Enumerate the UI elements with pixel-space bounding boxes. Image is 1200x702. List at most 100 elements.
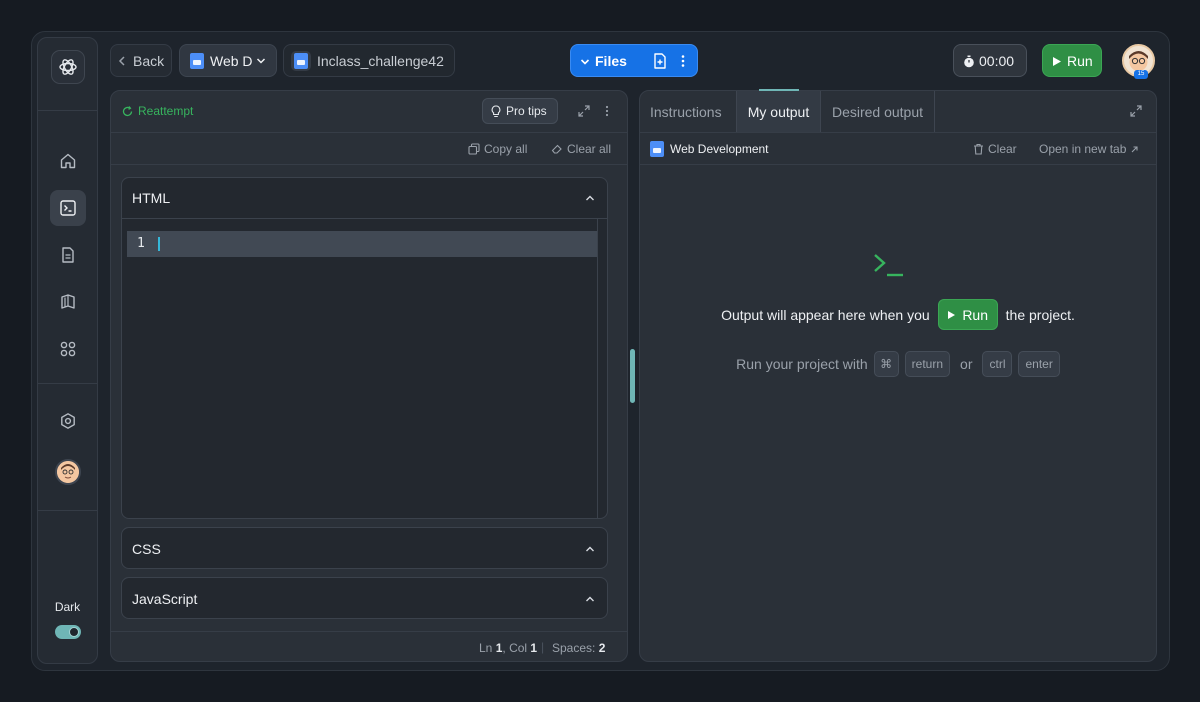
editor-panel: Reattempt Pro tips Copy all Clear all HT… [110, 90, 628, 662]
editor-header: Reattempt Pro tips [111, 91, 627, 133]
cursor-position: Ln 1, Col 1 [479, 641, 538, 655]
clear-output-button[interactable]: Clear [973, 142, 1017, 156]
more-vertical-icon[interactable] [605, 105, 609, 117]
settings-icon [61, 413, 75, 429]
timer[interactable]: 00:00 [953, 44, 1027, 77]
active-code-line: 1 [127, 231, 597, 257]
col-label: Col [509, 641, 528, 655]
run-button[interactable]: Run [1042, 44, 1102, 77]
apps-icon [60, 341, 76, 357]
back-button[interactable]: Back [110, 44, 172, 77]
dark-mode-toggle[interactable] [55, 625, 81, 639]
more-vertical-icon[interactable] [681, 54, 685, 68]
eraser-icon [551, 144, 562, 154]
logo-icon [59, 59, 77, 75]
chevron-up-icon[interactable] [585, 595, 595, 603]
tab-desired-output[interactable]: Desired output [821, 91, 935, 132]
chevron-left-icon [118, 56, 125, 66]
indentation-setting[interactable]: Spaces: 2 [552, 641, 605, 655]
expand-icon[interactable] [578, 105, 590, 117]
editor-toolbar: Copy all Clear all [111, 133, 627, 165]
open-new-tab-link[interactable]: Open in new tab [1039, 142, 1139, 156]
return-key: return [904, 351, 951, 377]
clear-label: Clear [988, 142, 1017, 156]
sidebar-item-settings[interactable] [50, 403, 86, 439]
back-label: Back [133, 52, 165, 69]
reattempt-label: Reattempt [138, 104, 194, 118]
chevron-up-icon[interactable] [585, 545, 595, 553]
output-toolbar: Web Development Clear Open in new tab [640, 133, 1156, 165]
empty-output-message: Output will appear here when you Run the… [640, 299, 1156, 330]
enter-key: enter [1018, 351, 1060, 377]
status-divider: | [541, 640, 545, 654]
spaces-label: Spaces: [552, 641, 596, 655]
spaces-value: 2 [598, 641, 606, 655]
reattempt-button[interactable]: Reattempt [122, 104, 193, 118]
web-file-icon [294, 53, 308, 69]
editor-status-bar: Ln 1, Col 1 | Spaces: 2 [111, 631, 627, 661]
html-section-title[interactable]: HTML [132, 190, 170, 206]
expand-icon[interactable] [1130, 105, 1142, 117]
tab-instructions[interactable]: Instructions [650, 91, 722, 132]
keyboard-shortcut-hint: Run your project with ⌘ return or ctrl e… [640, 351, 1156, 377]
panel-resize-handle[interactable] [630, 349, 635, 403]
sidebar-item-documents[interactable] [50, 237, 86, 273]
chevron-up-icon[interactable] [585, 194, 595, 202]
toggle-knob [69, 627, 79, 637]
trash-icon [974, 143, 983, 155]
editor-scrollbar-track[interactable] [597, 219, 598, 518]
sidebar-divider [38, 510, 97, 511]
pro-tips-label: Pro tips [506, 104, 547, 118]
css-section[interactable]: CSS [121, 527, 608, 569]
text-cursor [158, 237, 160, 251]
project-name: Inclass_challenge42 [317, 52, 444, 69]
copy-all-button[interactable]: Copy all [468, 142, 527, 156]
sidebar-divider [38, 110, 97, 111]
javascript-section[interactable]: JavaScript [121, 577, 608, 619]
pro-tips-button[interactable]: Pro tips [482, 98, 558, 124]
sidebar-item-terminal[interactable] [50, 190, 86, 226]
line-number: 1 [137, 236, 145, 251]
dark-mode-label: Dark [54, 600, 81, 614]
book-icon [61, 294, 75, 309]
inline-run-button[interactable]: Run [937, 299, 998, 330]
add-file-icon[interactable] [653, 53, 667, 69]
tab-my-output[interactable]: My output [736, 91, 821, 132]
sidebar-item-home[interactable] [50, 143, 86, 179]
ln-label: Ln [479, 641, 493, 655]
files-label: Files [595, 53, 627, 69]
app-logo[interactable] [51, 50, 85, 84]
cmd-key: ⌘ [873, 351, 899, 377]
sidebar-item-library[interactable] [50, 284, 86, 320]
project-name-button[interactable]: Inclass_challenge42 [283, 44, 455, 77]
external-link-icon [1132, 145, 1138, 152]
col-value: 1 [530, 641, 538, 655]
web-file-icon [650, 141, 664, 157]
run-label: Run [1067, 52, 1093, 69]
shortcut-text: Run your project with [736, 356, 868, 372]
terminal-icon [60, 200, 76, 216]
ctrl-key: ctrl [982, 351, 1013, 377]
timer-value: 00:00 [979, 52, 1015, 69]
files-button[interactable]: Files [570, 44, 698, 77]
clear-all-button[interactable]: Clear all [551, 142, 611, 156]
user-avatar[interactable] [55, 459, 81, 485]
css-section-title: CSS [132, 541, 161, 557]
output-panel: Instructions My output Desired output We… [639, 90, 1157, 662]
message-after: the project. [1005, 306, 1075, 323]
copy-icon [468, 143, 480, 155]
active-tab-indicator [759, 89, 799, 91]
refresh-icon [122, 105, 133, 116]
lightbulb-icon [491, 105, 501, 118]
html-section: HTML 1 [121, 177, 608, 519]
open-new-tab-label: Open in new tab [1039, 142, 1127, 156]
sidebar-item-apps[interactable] [50, 331, 86, 367]
stopwatch-icon [964, 55, 974, 68]
inline-run-label: Run [962, 306, 988, 323]
html-code-editor[interactable]: 1 [122, 218, 607, 518]
profile-avatar[interactable]: 15 [1122, 44, 1155, 79]
sidebar-divider [38, 383, 97, 384]
copy-all-label: Copy all [484, 142, 528, 156]
course-dropdown[interactable]: Web D [179, 44, 277, 77]
sidebar: Dark [37, 37, 98, 664]
